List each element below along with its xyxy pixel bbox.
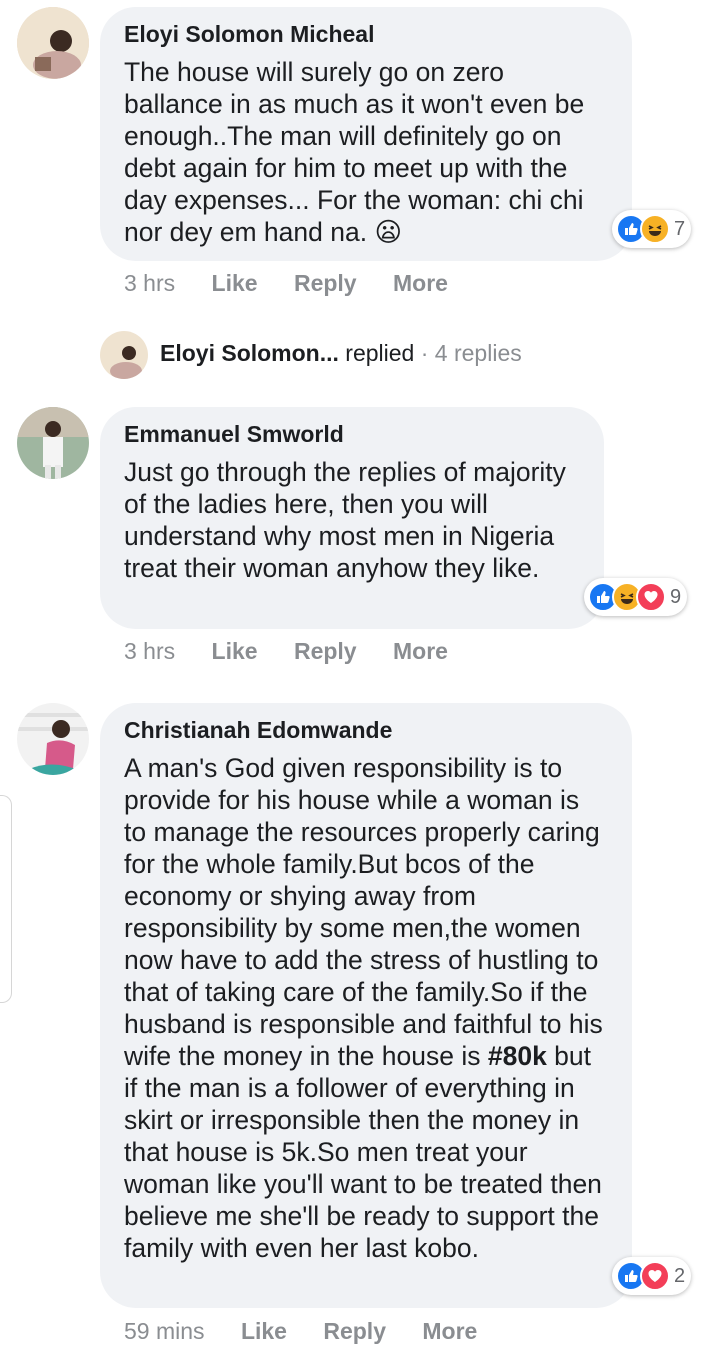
comment-time[interactable]: 3 hrs — [124, 638, 175, 664]
comment-text: A man's God given responsibility is to p… — [124, 753, 603, 1263]
reaction-summary[interactable]: 2 — [612, 1257, 692, 1295]
reply-avatar[interactable] — [100, 331, 148, 379]
comment-actions: 3 hrs Like Reply More — [124, 638, 448, 665]
comment-time[interactable]: 59 mins — [124, 1318, 205, 1344]
reply-count: 4 replies — [434, 340, 522, 366]
comment-actions: 59 mins Like Reply More — [124, 1318, 477, 1345]
reaction-summary[interactable]: 7 — [612, 210, 692, 248]
reply-button[interactable]: Reply — [294, 270, 357, 296]
comment-bubble: Eloyi Solomon Micheal The house will sur… — [100, 7, 632, 261]
reply-verb: replied — [345, 340, 415, 366]
avatar[interactable] — [17, 7, 89, 79]
more-button[interactable]: More — [393, 638, 448, 664]
profile-photo — [100, 331, 148, 379]
reaction-summary[interactable]: 9 — [584, 578, 688, 616]
comment-actions: 3 hrs Like Reply More — [124, 270, 448, 297]
comment-bubble: Emmanuel Smworld Just go through the rep… — [100, 407, 604, 629]
more-button[interactable]: More — [422, 1318, 477, 1344]
comment-author[interactable]: Eloyi Solomon Micheal — [124, 21, 608, 48]
separator-dot: · — [420, 340, 429, 366]
comment-author[interactable]: Christianah Edomwande — [124, 717, 608, 744]
comment-author[interactable]: Emmanuel Smworld — [124, 421, 580, 448]
comment-time[interactable]: 3 hrs — [124, 270, 175, 296]
like-button[interactable]: Like — [212, 638, 258, 664]
comment-text: The house will surely go on zero ballanc… — [124, 57, 585, 247]
view-replies-link[interactable]: Eloyi Solomon... replied · 4 replies — [160, 340, 522, 367]
side-panel-edge[interactable] — [0, 795, 12, 1003]
reply-button[interactable]: Reply — [323, 1318, 386, 1344]
reaction-count: 2 — [674, 1264, 686, 1287]
profile-photo — [17, 703, 89, 775]
more-button[interactable]: More — [393, 270, 448, 296]
highlighted-amount: #80k — [487, 1041, 547, 1071]
reaction-count: 7 — [674, 217, 686, 240]
profile-photo — [17, 7, 89, 79]
comment-bubble: Christianah Edomwande A man's God given … — [100, 703, 632, 1308]
comment-text: Just go through the replies of majority … — [124, 457, 566, 583]
frowning-face-emoji-icon: 😦 — [374, 217, 403, 247]
love-reaction-icon — [640, 1261, 670, 1291]
love-reaction-icon — [636, 582, 666, 612]
reply-author: Eloyi Solomon... — [160, 340, 339, 366]
avatar[interactable] — [17, 407, 89, 479]
haha-reaction-icon — [640, 214, 670, 244]
avatar[interactable] — [17, 703, 89, 775]
like-button[interactable]: Like — [241, 1318, 287, 1344]
reaction-count: 9 — [670, 585, 682, 608]
reply-button[interactable]: Reply — [294, 638, 357, 664]
like-button[interactable]: Like — [212, 270, 258, 296]
profile-photo — [17, 407, 89, 479]
